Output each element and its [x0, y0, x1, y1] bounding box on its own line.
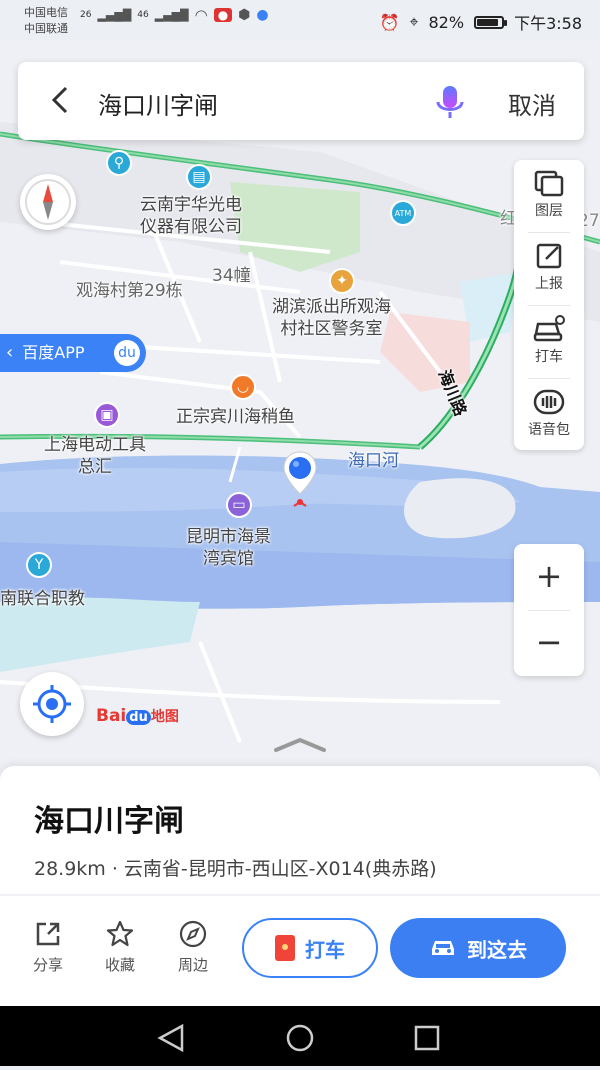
police-icon[interactable]: ✦	[329, 268, 355, 294]
map-canvas	[0, 122, 600, 743]
chevron-left-icon	[51, 86, 68, 114]
share-label: 分享	[32, 956, 63, 974]
carrier-2: 中国联通	[24, 22, 68, 35]
baidu-app-label: 百度APP	[22, 343, 85, 362]
pin-icon	[283, 451, 317, 507]
alarm-icon: ⏰	[379, 12, 400, 32]
zoom-out-button[interactable]: −	[514, 610, 584, 676]
shop-icon[interactable]: ▣	[94, 402, 120, 428]
battery-icon	[474, 15, 508, 29]
search-query[interactable]: 海口川字闸	[98, 86, 218, 121]
star-icon	[106, 920, 134, 947]
go-here-label: 到这去	[467, 937, 527, 962]
signal-1-label: 26	[80, 10, 92, 20]
zoom-controls: + −	[514, 544, 584, 676]
go-here-button[interactable]: 到这去	[390, 918, 566, 978]
microphone-icon	[436, 86, 464, 118]
place-address: 28.9km · 云南省-昆明市-西山区-X014(典赤路)	[34, 858, 437, 880]
carrier-1: 中国电信	[24, 6, 68, 19]
app-notification-icon: ⬢	[238, 7, 251, 23]
signal-icon: ▂▄▆█	[154, 8, 189, 22]
locate-icon	[33, 685, 71, 723]
map-tools-panel: 图层 上报 打车 语音包	[514, 160, 584, 450]
layers-icon	[534, 170, 564, 197]
share-icon	[36, 922, 60, 946]
taxi-label: 打车	[305, 937, 345, 962]
mic-status-icon: ●	[213, 8, 233, 22]
company-icon[interactable]: ▤	[186, 164, 212, 190]
map-label-river: 海口河	[348, 451, 399, 471]
baidu-map-logo: Bai du 地图	[96, 706, 179, 726]
voice-pack-button[interactable]: 语音包	[514, 379, 584, 451]
carrier-info: 中国电信 中国联通	[24, 5, 68, 37]
baidu-app-button[interactable]: ‹ 百度APP du	[0, 334, 146, 372]
locate-me-button[interactable]	[20, 672, 84, 736]
taxi-tool-label: 打车	[535, 349, 563, 365]
baidu-paw-icon: du	[114, 340, 140, 366]
map-view[interactable]: ⚲ ▤ ATM ✦ ◡ ▣ ▭ Y 云南宇华光电 仪器有限公司 观海村第29栋 …	[0, 42, 600, 782]
map-label-electric[interactable]: 上海电动工具 总汇	[44, 434, 146, 478]
hotel-icon[interactable]: ▭	[226, 492, 252, 518]
back-button[interactable]	[46, 80, 76, 120]
expand-handle[interactable]	[272, 736, 328, 754]
location-marker[interactable]	[282, 450, 318, 510]
place-title: 海口川字闸	[34, 804, 184, 839]
chevron-up-icon	[274, 737, 326, 752]
compass-icon	[179, 920, 207, 948]
wifi-icon: ◠	[194, 6, 208, 24]
zoom-in-button[interactable]: +	[514, 544, 584, 610]
taxi-tool-button[interactable]: 打车	[514, 306, 584, 378]
location-status-icon: ⌖	[409, 12, 419, 31]
map-label-hotel[interactable]: 昆明市海景 湾宾馆	[186, 526, 271, 570]
nav-back-icon[interactable]	[157, 1023, 184, 1053]
report-icon	[536, 243, 562, 269]
system-nav-bar	[0, 1006, 600, 1066]
nav-recents-icon[interactable]	[414, 1025, 440, 1051]
signal-2-label: 46	[137, 10, 149, 20]
red-packet-icon	[275, 935, 295, 961]
favorite-button[interactable]: 收藏	[92, 920, 148, 975]
restaurant-icon[interactable]: ◡	[230, 374, 256, 400]
baidu-notification-icon: ●	[256, 7, 269, 23]
toilet-icon[interactable]: ⚲	[106, 150, 132, 176]
map-label-school[interactable]: 南联合职教	[0, 588, 85, 610]
map-label-yunnan-yuhua[interactable]: 云南宇华光电 仪器有限公司	[140, 194, 242, 238]
nearby-button[interactable]: 周边	[165, 920, 221, 975]
nav-buttons	[157, 1023, 440, 1053]
taxi-button[interactable]: 打车	[242, 918, 378, 978]
status-bar: 中国电信 中国联通 26 ▂▄▆█ 46 ▂▄▆█ ◠ ● ⬢ ● ⏰ ⌖ 82…	[0, 0, 600, 42]
taxi-icon	[533, 315, 565, 342]
signal-icon: ▂▄▆█	[97, 8, 132, 22]
map-label-guanhai-village[interactable]: 观海村第29栋	[76, 280, 183, 302]
favorite-label: 收藏	[104, 956, 135, 974]
nav-home-icon[interactable]	[286, 1024, 314, 1052]
school-icon[interactable]: Y	[26, 552, 52, 578]
map-label-building-34[interactable]: 34幢	[212, 265, 251, 287]
report-button[interactable]: 上报	[514, 233, 584, 305]
voice-pack-label: 语音包	[528, 422, 570, 438]
chevron-left-icon: ‹	[6, 342, 14, 363]
compass-icon	[25, 179, 71, 225]
cancel-button[interactable]: 取消	[508, 86, 556, 121]
search-bar[interactable]: 海口川字闸 取消	[18, 62, 584, 140]
voice-pack-icon	[533, 389, 565, 415]
clock: 下午3:58	[514, 14, 582, 33]
layers-button[interactable]: 图层	[514, 160, 584, 232]
place-detail-card[interactable]: 海口川字闸 28.9km · 云南省-昆明市-西山区-X014(典赤路) 分享 …	[0, 737, 600, 1006]
share-button[interactable]: 分享	[20, 920, 76, 975]
nearby-label: 周边	[177, 956, 208, 974]
atm-icon[interactable]: ATM	[390, 200, 416, 226]
compass-button[interactable]	[20, 174, 76, 230]
layers-label: 图层	[535, 203, 563, 219]
report-label: 上报	[535, 276, 563, 292]
car-icon	[432, 941, 454, 955]
map-label-police[interactable]: 湖滨派出所观海 村社区警务室	[272, 296, 391, 340]
divider	[0, 894, 600, 896]
battery-percent: 82%	[428, 12, 465, 32]
map-label-fish[interactable]: 正宗宾川海稍鱼	[176, 406, 295, 428]
voice-search-button[interactable]	[430, 82, 470, 122]
